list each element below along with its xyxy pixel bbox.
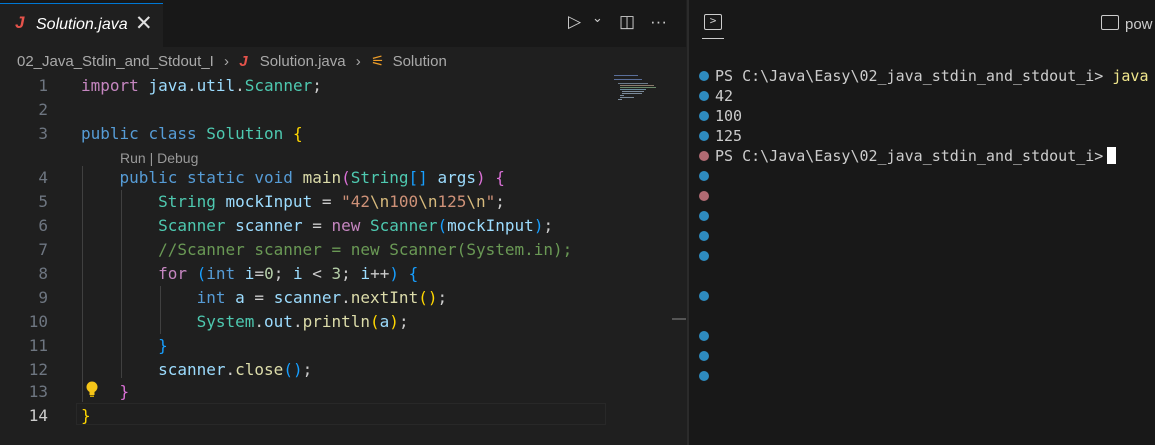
close-icon[interactable]: ✕: [135, 11, 153, 36]
active-tab-underline: [702, 38, 724, 39]
scrollbar-marker: [672, 318, 686, 320]
chevron-right-icon: ›: [224, 52, 230, 70]
chevron-down-icon[interactable]: ⌄: [592, 10, 603, 26]
line-number: 6: [38, 216, 48, 235]
terminal-line: 100: [689, 106, 1155, 126]
code-line: 6 Scanner scanner = new Scanner(mockInpu…: [0, 214, 606, 238]
line-number: 7: [38, 240, 48, 259]
terminal-shell-label[interactable]: pow: [1125, 16, 1153, 33]
code-text: int a = scanner.nextInt();: [196, 288, 448, 307]
tab-label: Solution.java: [36, 16, 128, 33]
run-icon[interactable]: ▷: [568, 12, 581, 32]
terminal-line: 42: [689, 86, 1155, 106]
code-text: public static void main(String[] args) {: [119, 168, 505, 187]
code-text: }: [158, 336, 168, 355]
editor-pane: J Solution.java ✕ ▷ ⌄ ◫ ··· 02_Java_Stdi…: [0, 0, 686, 445]
code-text: Scanner scanner = new Scanner(mockInput)…: [158, 216, 554, 235]
command-status-dot[interactable]: [699, 251, 709, 261]
terminal-line: 125: [689, 126, 1155, 146]
command-status-dot[interactable]: [699, 371, 709, 381]
powershell-icon: [1101, 15, 1119, 30]
code-line: 14 }: [0, 404, 606, 428]
breadcrumb-folder[interactable]: 02_Java_Stdin_and_Stdout_I: [17, 53, 214, 70]
breadcrumb-symbol[interactable]: Solution: [393, 53, 447, 70]
command-status-dot[interactable]: [699, 171, 709, 181]
code-text: for (int i=0; i < 3; i++) {: [158, 264, 419, 283]
command-status-dot[interactable]: [699, 91, 709, 101]
code-line: 1 import java.util.Scanner;: [0, 74, 606, 98]
terminal-output: 125: [715, 127, 743, 145]
terminal-icon[interactable]: >: [704, 14, 722, 30]
more-actions-icon[interactable]: ···: [650, 12, 667, 32]
line-number: 11: [28, 336, 48, 355]
command-status-dot[interactable]: [699, 231, 709, 241]
code-line: 2: [0, 98, 606, 122]
split-editor-icon[interactable]: ◫: [619, 12, 635, 32]
command-status-dot[interactable]: [699, 71, 709, 81]
line-number: 8: [38, 264, 48, 283]
code-line: 3 public class Solution {: [0, 122, 606, 146]
line-number: 12: [28, 360, 48, 379]
terminal-prompt: PS C:\Java\Easy\02_java_stdin_and_stdout…: [715, 67, 1104, 85]
terminal-command: java: [1103, 67, 1149, 85]
editor-tab-bar: J Solution.java ✕ ▷ ⌄ ◫ ···: [0, 0, 686, 47]
line-number: 10: [28, 312, 48, 331]
terminal-line: PS C:\Java\Easy\02_java_stdin_and_stdout…: [689, 146, 1155, 166]
code-line: 5 String mockInput = "42\n100\n125\n";: [0, 190, 606, 214]
terminal-prompt: PS C:\Java\Easy\02_java_stdin_and_stdout…: [715, 147, 1104, 165]
chevron-right-icon: ›: [355, 52, 361, 70]
command-status-dot[interactable]: [699, 131, 709, 141]
code-text: String mockInput = "42\n100\n125\n";: [158, 192, 505, 211]
class-symbol-icon: ⚟: [370, 53, 385, 71]
code-text: System.out.println(a);: [196, 312, 409, 331]
codelens-run-debug[interactable]: Run | Debug: [120, 150, 198, 166]
code-line: 4 public static void main(String[] args)…: [0, 166, 606, 190]
code-text: public class Solution {: [81, 124, 303, 143]
code-line: 13 }: [0, 380, 606, 404]
breadcrumb-file[interactable]: Solution.java: [260, 53, 346, 70]
tab-solution-java[interactable]: J Solution.java ✕: [0, 3, 163, 47]
terminal-tab-bar: > pow: [689, 0, 1155, 47]
code-line: 9 int a = scanner.nextInt();: [0, 286, 606, 310]
code-text: //Scanner scanner = new Scanner(System.i…: [158, 240, 573, 259]
command-status-dot[interactable]: [699, 111, 709, 121]
code-line: 10 System.out.println(a);: [0, 310, 606, 334]
line-number-current: 14: [28, 406, 48, 425]
line-number: 4: [38, 168, 48, 187]
minimap[interactable]: [614, 74, 666, 104]
code-line: 7 //Scanner scanner = new Scanner(System…: [0, 238, 606, 262]
terminal-line: PS C:\Java\Easy\02_java_stdin_and_stdout…: [689, 66, 1155, 86]
code-line: 11 }: [0, 334, 606, 358]
code-text: scanner.close();: [158, 360, 313, 379]
terminal-output: 100: [715, 107, 743, 125]
command-status-dot[interactable]: [699, 211, 709, 221]
java-icon: J: [239, 52, 248, 70]
command-status-dot[interactable]: [699, 191, 709, 201]
command-status-dot[interactable]: [699, 331, 709, 341]
command-status-dot[interactable]: [699, 151, 709, 161]
line-number: 9: [38, 288, 48, 307]
code-line: 12 scanner.close();: [0, 358, 606, 382]
line-number: 13: [28, 382, 48, 401]
line-number: 2: [38, 100, 48, 119]
terminal-output: 42: [715, 87, 734, 105]
java-icon: J: [15, 13, 25, 32]
code-text: import java.util.Scanner;: [81, 76, 322, 95]
command-status-dot[interactable]: [699, 291, 709, 301]
code-line: 8 for (int i=0; i < 3; i++) {: [0, 262, 606, 286]
command-status-dot[interactable]: [699, 351, 709, 361]
breadcrumb: 02_Java_Stdin_and_Stdout_I › J Solution.…: [17, 52, 447, 72]
code-text: }: [119, 382, 130, 401]
line-number: 1: [38, 76, 48, 95]
terminal-cursor: [1107, 147, 1117, 164]
terminal-pane[interactable]: > pow PS C:\Java\Easy\02_java_stdin_and_…: [689, 0, 1155, 445]
code-text: }: [81, 406, 91, 425]
line-number: 3: [38, 124, 48, 143]
line-number: 5: [38, 192, 48, 211]
